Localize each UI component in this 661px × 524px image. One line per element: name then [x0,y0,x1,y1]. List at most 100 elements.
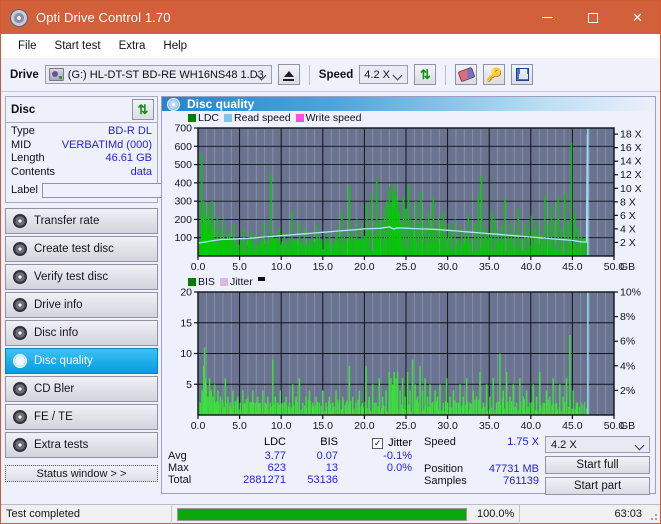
ldc-chart[interactable]: 100 200 300 400 500 600 700 2 X 4 X6 X 8 X 10 X 12 … [162,124,655,274]
sidebar-item-cd-bler[interactable]: CD Bler [5,376,158,402]
svg-text:100: 100 [174,232,192,244]
svg-text:10.0: 10.0 [271,420,292,432]
sidebar-item-label: CD Bler [34,383,75,395]
close-icon[interactable]: ✕ [615,1,660,34]
svg-text:5.0: 5.0 [232,261,247,273]
chevron-down-icon [634,440,645,451]
sidebar-item-label: Verify test disc [34,271,109,283]
info-label-position: Position [424,463,464,475]
stats-header-bis: BIS [320,436,338,448]
erase-button[interactable] [455,64,478,85]
svg-text:0.0: 0.0 [191,261,206,273]
panel-header: Disc quality [162,97,655,111]
disc-row-type: Type BD-R DL [11,125,152,139]
stats-ldc-max: 623 [267,462,286,474]
sidebar-item-drive-info[interactable]: Drive info [5,292,158,318]
drive-select[interactable]: (G:) HL-DT-ST BD-RE WH16NS48 1.D3 [44,65,272,84]
svg-text:20: 20 [180,288,192,299]
svg-text:18 X: 18 X [620,129,642,141]
svg-text:GB: GB [620,420,635,432]
svg-text:700: 700 [174,124,192,135]
disc-row-key: MID [11,138,32,151]
ldc-chart-legend: LDC Read speed Write speed [162,111,655,124]
sidebar-item-disc-quality[interactable]: Disc quality [5,348,158,374]
menu-item-extra[interactable]: Extra [110,38,155,54]
start-part-button[interactable]: Start part [545,477,650,495]
disc-label-key: Label [11,184,38,196]
svg-text:15: 15 [180,317,192,329]
maximize-button[interactable] [570,1,615,34]
stats-info-labels: Speed Position Samples [414,436,477,495]
menu-item-help[interactable]: Help [154,38,196,54]
minimize-button[interactable] [525,1,570,34]
sidebar-item-label: Disc quality [34,355,93,367]
stats-jitter-avg: -0.1% [383,450,412,462]
refresh-icon: ⇅ [419,67,431,82]
disc-row-value: data [130,165,152,178]
stats-label-avg: Avg [168,450,187,462]
status-window-button[interactable]: Status window > > [5,465,158,482]
sidebar-item-create-test-disc[interactable]: Create test disc [5,236,158,262]
disc-icon [13,214,27,228]
sidebar-item-extra-tests[interactable]: Extra tests [5,432,158,458]
disc-row-value: 46.61 GB [105,152,152,164]
svg-text:40.0: 40.0 [521,420,542,432]
sidebar-item-transfer-rate[interactable]: Transfer rate [5,208,158,234]
keys-button[interactable]: 🔑 [483,64,506,85]
page-title: Disc quality [187,97,255,111]
jitter-checkbox[interactable]: ✓ [372,437,384,449]
start-full-button[interactable]: Start full [545,456,650,474]
sidebar-item-fe-te[interactable]: FE / TE [5,404,158,430]
svg-text:12 X: 12 X [620,169,642,181]
toolbar-divider [308,64,310,85]
sidebar-item-label: Disc info [34,327,79,339]
disc-row-mid: MID VERBATIMd (000) [11,139,152,153]
stats-bis-max: 13 [325,462,338,474]
stats-area: Avg Max Total LDC 3.77 623 2881271 BIS 0… [162,433,655,495]
menu-item-file[interactable]: File [9,38,46,54]
speed-select-value: 4.2 X [364,68,390,81]
disc-properties: Type BD-R DL MID VERBATIMd (000) Length … [6,123,244,202]
floppy-save-icon [515,68,529,81]
stats-label-max: Max [168,462,189,474]
disc-icon [13,270,27,284]
refresh-button[interactable]: ⇅ [414,64,437,85]
svg-text:35.0: 35.0 [479,261,500,273]
svg-text:45.0: 45.0 [562,261,583,273]
sidebar-item-label: Create test disc [34,243,114,255]
svg-text:300: 300 [174,196,192,208]
svg-text:4 X: 4 X [620,223,636,235]
svg-text:400: 400 [174,177,192,189]
svg-text:16 X: 16 X [620,142,642,154]
sidebar-item-disc-info[interactable]: Disc info [5,320,158,346]
menu-item-start-test[interactable]: Start test [46,38,110,54]
save-button[interactable] [511,64,534,85]
legend-entry-bis: BIS [188,276,215,288]
refresh-icon: ⇅ [137,102,149,117]
bis-chart[interactable]: 5 10 15 20 2% 4% 6% 8% 10% 0.0 5.0 10.0 15.0 20.0 25.0… [162,288,655,433]
stats-ldc-avg: 3.77 [264,450,286,462]
disc-refresh-button[interactable]: ⇅ [132,99,154,120]
test-speed-select[interactable]: 4.2 X [545,436,650,453]
disc-icon [13,326,27,340]
drive-select-value: (G:) HL-DT-ST BD-RE WH16NS48 1.D3 [67,68,264,81]
disc-label-row: Label [11,181,244,199]
elapsed-time: 63:03 [614,508,642,520]
jitter-marker-icon [257,276,265,281]
speed-select[interactable]: 4.2 X [359,65,409,84]
legend-entry-jitter: Jitter [219,276,253,288]
svg-text:200: 200 [174,214,192,226]
svg-text:30.0: 30.0 [437,420,458,432]
info-value-position: 47731 MB [488,463,539,475]
disc-info-panel: Disc ⇅ Type BD-R DL MID VERBATIMd (000) [5,96,244,203]
eject-button[interactable] [277,64,300,85]
title-bar: Opti Drive Control 1.70 ✕ [1,1,660,34]
stats-col-jitter: ✓ Jitter -0.1% 0.0% [338,436,414,495]
sidebar-item-verify-test-disc[interactable]: Verify test disc [5,264,158,290]
svg-text:45.0: 45.0 [562,420,583,432]
sidebar-item-label: Extra tests [34,439,89,451]
disc-row-key: Contents [11,165,56,178]
info-value-samples: 761139 [503,475,539,487]
resize-grip-icon[interactable] [648,511,658,521]
drive-icon [48,68,64,81]
